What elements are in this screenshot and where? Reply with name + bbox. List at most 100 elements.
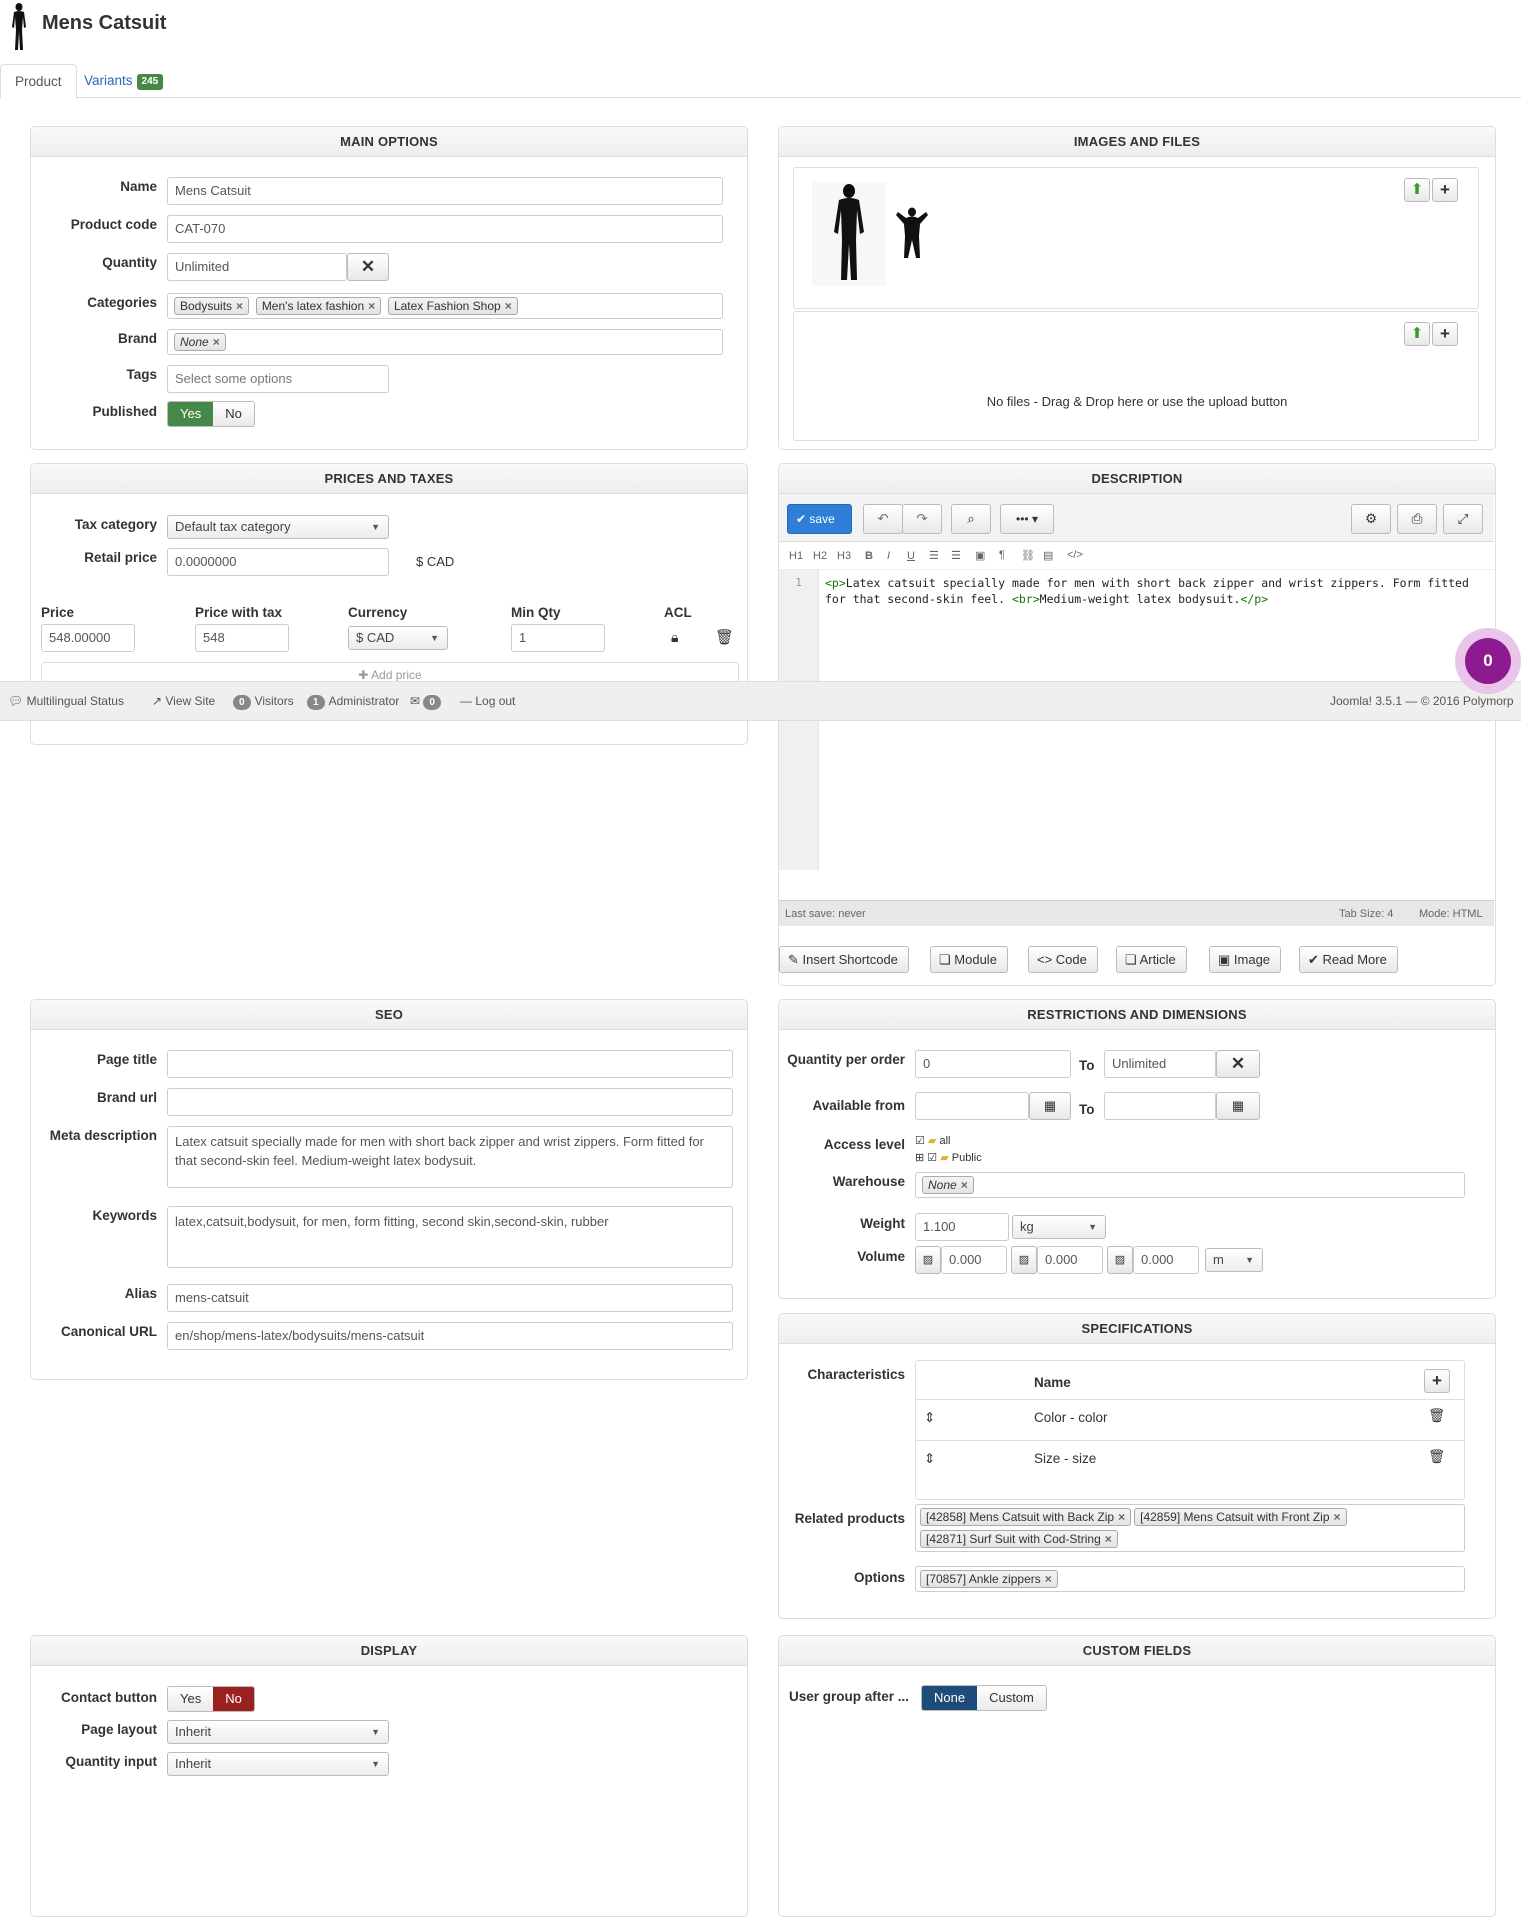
- alias-input[interactable]: mens-catsuit: [167, 1284, 733, 1312]
- module-button[interactable]: ❏ Module: [930, 946, 1008, 973]
- brand-url-input[interactable]: [167, 1088, 733, 1116]
- drag-handle-icon[interactable]: ⇕: [924, 1410, 935, 1426]
- page-layout-select[interactable]: Inherit ▼: [167, 1720, 389, 1744]
- view-site-link[interactable]: ↗ View Site: [152, 682, 215, 720]
- volume-length-input[interactable]: 0.000: [941, 1246, 1007, 1274]
- image-button[interactable]: ▣ Image: [1209, 946, 1282, 973]
- multilingual-status[interactable]: 💬︎ Multilingual Status: [8, 682, 124, 720]
- brand-chip[interactable]: None ×: [174, 333, 226, 351]
- more-options-icon[interactable]: ••• ▾: [1000, 504, 1054, 534]
- remove-icon[interactable]: ×: [1334, 1510, 1341, 1524]
- trash-icon[interactable]: 🗑︎: [1428, 1449, 1445, 1465]
- print-icon[interactable]: ⎙: [1397, 504, 1437, 534]
- quantity-input[interactable]: Unlimited: [167, 253, 347, 281]
- fullscreen-icon[interactable]: ⤢: [1443, 504, 1483, 534]
- insert-shortcode-button[interactable]: ✎ Insert Shortcode: [779, 946, 909, 973]
- keywords-textarea[interactable]: latex,catsuit,bodysuit, for men, form fi…: [167, 1206, 733, 1268]
- gear-icon[interactable]: ⚙: [1351, 504, 1391, 534]
- remove-icon[interactable]: ×: [1105, 1532, 1112, 1546]
- italic-button[interactable]: I: [887, 550, 890, 562]
- available-from-input[interactable]: [915, 1092, 1029, 1120]
- option-chip[interactable]: [70857] Ankle zippers ×: [920, 1570, 1058, 1588]
- add-icon[interactable]: +: [1432, 178, 1458, 202]
- trash-icon[interactable]: 🗑︎: [1428, 1408, 1445, 1424]
- remove-icon[interactable]: ×: [961, 1178, 968, 1192]
- clear-quantity-button[interactable]: ✕: [1216, 1050, 1260, 1078]
- user-group-none[interactable]: None: [922, 1686, 978, 1710]
- volume-height-input[interactable]: 0.000: [1133, 1246, 1199, 1274]
- warehouse-chip[interactable]: None ×: [922, 1176, 974, 1194]
- price-input[interactable]: 548.00000: [41, 624, 135, 652]
- trash-icon[interactable]: 🗑︎: [715, 628, 734, 646]
- categories-select[interactable]: Bodysuits × Men's latex fashion × Latex Fa…: [167, 293, 723, 319]
- tab-product[interactable]: Product: [0, 64, 77, 99]
- code-editor[interactable]: <p>Latex catsuit specially made for men …: [825, 570, 1490, 607]
- underline-button[interactable]: U: [907, 550, 915, 562]
- available-to-input[interactable]: [1104, 1092, 1216, 1120]
- retail-price-input[interactable]: 0.0000000: [167, 548, 389, 576]
- upload-icon[interactable]: ⬆: [1404, 322, 1430, 346]
- calendar-icon[interactable]: ▦: [1029, 1092, 1071, 1120]
- remove-icon[interactable]: ×: [368, 299, 375, 313]
- code-button[interactable]: <> Code: [1028, 946, 1098, 973]
- volume-width-input[interactable]: 0.000: [1037, 1246, 1103, 1274]
- volume-unit-select[interactable]: m ▼: [1205, 1248, 1263, 1272]
- name-input[interactable]: Mens Catsuit: [167, 177, 723, 205]
- published-no[interactable]: No: [213, 402, 254, 426]
- undo-icon[interactable]: ↶: [863, 504, 903, 534]
- meta-description-textarea[interactable]: Latex catsuit specially made for men wit…: [167, 1126, 733, 1188]
- tags-input[interactable]: Select some options: [167, 365, 389, 393]
- remove-icon[interactable]: ×: [505, 299, 512, 313]
- contact-yes[interactable]: Yes: [168, 1687, 214, 1711]
- page-title-input[interactable]: [167, 1050, 733, 1078]
- category-chip[interactable]: Bodysuits ×: [174, 297, 250, 315]
- category-chip[interactable]: Latex Fashion Shop ×: [387, 297, 518, 315]
- min-qty-input[interactable]: 1: [511, 624, 605, 652]
- access-tree-all[interactable]: ☑ ▰ all: [915, 1134, 950, 1147]
- currency-select[interactable]: $ CAD ▼: [348, 626, 448, 650]
- product-code-input[interactable]: CAT-070: [167, 215, 723, 243]
- quantity-input-select[interactable]: Inherit ▼: [167, 1752, 389, 1776]
- warehouse-select[interactable]: None ×: [915, 1172, 1465, 1198]
- image-icon[interactable]: ▣: [975, 549, 985, 562]
- search-icon[interactable]: ⌕: [951, 504, 991, 534]
- tax-category-select[interactable]: Default tax category ▼: [167, 515, 389, 539]
- h3-button[interactable]: H3: [837, 550, 851, 562]
- add-icon[interactable]: +: [1432, 322, 1458, 346]
- brand-select[interactable]: None ×: [167, 329, 723, 355]
- read-more-button[interactable]: ✔ Read More: [1299, 946, 1398, 973]
- visitors-status[interactable]: 0 Visitors: [233, 682, 294, 720]
- add-characteristic-button[interactable]: +: [1424, 1369, 1450, 1393]
- user-group-custom[interactable]: Custom: [977, 1686, 1046, 1710]
- save-button[interactable]: ✔ save: [787, 504, 852, 534]
- paragraph-icon[interactable]: ¶: [999, 549, 1005, 561]
- messages-status[interactable]: ✉ 0: [410, 682, 445, 720]
- canonical-url-input[interactable]: en/shop/mens-latex/bodysuits/mens-catsui…: [167, 1322, 733, 1350]
- upload-icon[interactable]: ⬆: [1404, 178, 1430, 202]
- bold-button[interactable]: B: [865, 550, 873, 562]
- tab-variants[interactable]: Variants 245: [70, 64, 177, 99]
- related-product-chip[interactable]: [42859] Mens Catsuit with Front Zip ×: [1134, 1508, 1347, 1526]
- image-dropzone[interactable]: ⬆ +: [793, 167, 1479, 309]
- drag-handle-icon[interactable]: ⇕: [924, 1451, 935, 1467]
- price-with-tax-input[interactable]: 548: [195, 624, 289, 652]
- unordered-list-icon[interactable]: ☰: [951, 549, 961, 562]
- category-chip[interactable]: Men's latex fashion ×: [255, 297, 382, 315]
- calendar-icon[interactable]: ▦: [1216, 1092, 1260, 1120]
- code-icon[interactable]: </>: [1067, 549, 1083, 561]
- logout-link[interactable]: — Log out: [460, 682, 515, 720]
- h1-button[interactable]: H1: [789, 550, 803, 562]
- ordered-list-icon[interactable]: ☰: [929, 549, 939, 562]
- remove-icon[interactable]: ×: [1045, 1572, 1052, 1586]
- qty-per-order-to-input[interactable]: Unlimited: [1104, 1050, 1216, 1078]
- access-tree-public[interactable]: ⊞ ☑ ▰ Public: [915, 1151, 982, 1164]
- link-icon[interactable]: ⛓: [1021, 549, 1035, 562]
- qty-per-order-from-input[interactable]: 0: [915, 1050, 1071, 1078]
- related-products-select[interactable]: [42858] Mens Catsuit with Back Zip × [4285…: [915, 1504, 1465, 1552]
- notification-bubble[interactable]: 0: [1455, 628, 1521, 694]
- redo-icon[interactable]: ↷: [902, 504, 942, 534]
- related-product-chip[interactable]: [42871] Surf Suit with Cod-String ×: [920, 1530, 1118, 1548]
- remove-icon[interactable]: ×: [236, 299, 243, 313]
- remove-icon[interactable]: ×: [1118, 1510, 1125, 1524]
- h2-button[interactable]: H2: [813, 550, 827, 562]
